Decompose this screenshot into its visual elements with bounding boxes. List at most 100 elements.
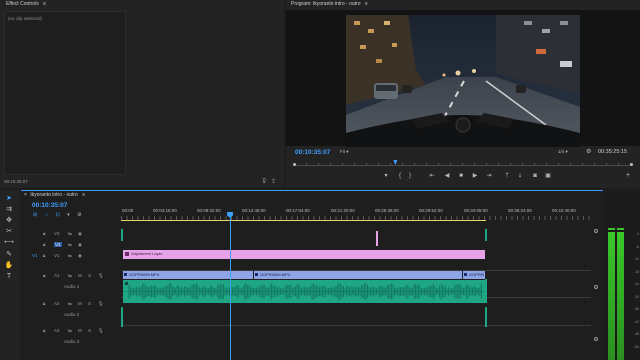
close-icon[interactable]: × [24, 192, 27, 198]
voiceover-icon[interactable]: 🎙︎ [98, 273, 104, 279]
comparison-view-icon[interactable]: ▣ [544, 173, 552, 179]
lock-icon[interactable]: 🔒︎ [43, 242, 45, 247]
sequence-tab[interactable]: × tkyoranto intro - outro ≡ [24, 192, 85, 198]
meter-channel-left [608, 232, 615, 360]
sync-lock-icon[interactable]: ⇆ [68, 301, 72, 307]
mark-in-icon[interactable]: { [396, 173, 404, 179]
wrench-icon[interactable]: ⚙ [77, 212, 81, 218]
program-timecode[interactable]: 00:10:35:07 [295, 149, 330, 156]
wrench-icon[interactable]: ⚙ [586, 148, 591, 155]
sync-lock-icon[interactable]: ⇆ [68, 328, 72, 334]
adjustment-layer-clip[interactable]: Adjustment Layer [123, 250, 485, 259]
audio-clip[interactable] [123, 280, 485, 303]
hamburger-icon[interactable]: ≡ [43, 1, 46, 7]
program-scrub-bar[interactable] [293, 160, 633, 168]
voiceover-icon[interactable]: 🎙︎ [98, 328, 104, 334]
track-end-marker [485, 229, 487, 241]
timeline-playhead[interactable] [227, 212, 233, 360]
linked-select-icon[interactable]: ⊡ [56, 212, 60, 218]
zoom-select[interactable]: Fit ▾ [340, 149, 349, 155]
solo-button[interactable]: S [88, 301, 91, 306]
extract-icon[interactable]: ⇣ [516, 173, 524, 179]
selection-tool-icon[interactable]: ➤ [3, 194, 15, 203]
ruler-label: 00:04:16:00 [153, 208, 177, 213]
scrub-handle-left[interactable] [293, 163, 296, 166]
scrub-handle-right[interactable] [630, 163, 633, 166]
sync-lock-icon[interactable]: ⇆ [68, 253, 72, 259]
stop-icon[interactable]: ■ [457, 173, 465, 179]
time-ruler[interactable]: 00:00 00:04:16:00 00:08:32:00 00:12:48:0… [121, 206, 591, 222]
track-select-tool-icon[interactable]: ⇉ [3, 205, 15, 214]
lock-icon[interactable]: 🔒︎ [43, 253, 45, 258]
meter-scale-label: -18 [633, 269, 639, 274]
work-area-bar[interactable] [121, 220, 486, 221]
ripple-edit-tool-icon[interactable]: ✥ [3, 216, 15, 225]
scroll-knob[interactable] [594, 337, 598, 341]
snap-icon[interactable]: ∩ [45, 212, 49, 218]
lock-icon[interactable]: 🔒︎ [43, 273, 45, 278]
video-clip[interactable]: GOPR0060.MP4 [254, 271, 462, 279]
lift-icon[interactable]: ⇡ [503, 173, 511, 179]
meter-scale-label: -54 [633, 344, 639, 349]
sequence-timecode[interactable]: 00:10:35:07 [32, 202, 67, 209]
scroll-knob[interactable] [594, 229, 598, 233]
resolution-select[interactable]: 1/4 ▾ [558, 149, 568, 155]
meter-scale-label: -48 [633, 332, 639, 336]
eye-icon[interactable]: ◉ [78, 253, 82, 259]
scrub-ticks [294, 163, 632, 165]
add-marker-icon[interactable]: ▾ [382, 173, 390, 179]
ruler-label: 00:42:40:00 [552, 208, 576, 213]
sync-lock-icon[interactable]: ⇆ [68, 242, 72, 248]
razor-tool-icon[interactable]: ✂ [3, 227, 15, 236]
slip-tool-icon[interactable]: ⟷ [3, 238, 15, 247]
lock-icon[interactable]: 🔒︎ [43, 328, 45, 333]
mute-button[interactable]: M [78, 301, 82, 306]
solo-button[interactable]: S [88, 273, 91, 278]
source-patch-v1[interactable]: V1 [32, 253, 38, 258]
no-clip-placeholder: (no clip selected) [8, 16, 43, 21]
program-video-frame[interactable] [346, 15, 580, 147]
go-to-in-icon[interactable]: ⇤ [428, 173, 436, 179]
filter-icon[interactable]: ⊽ [262, 178, 266, 185]
nest-icon[interactable]: ⊞ [33, 212, 37, 218]
mute-button[interactable]: M [78, 273, 82, 278]
hamburger-icon[interactable]: ≡ [82, 192, 85, 198]
mute-button[interactable]: M [78, 328, 82, 333]
track-label: A1 [54, 273, 60, 278]
hamburger-icon[interactable]: ≡ [365, 1, 368, 7]
track-headers: 🔒︎ V3 ⇆ ◉ 🔒︎ V2 ⇆ ◉ 🔒︎ V1 V1 ⇆ ◉ 🔒︎ A1 ⇆… [21, 227, 121, 360]
lock-icon[interactable]: 🔒︎ [43, 231, 45, 236]
sync-lock-icon[interactable]: ⇆ [68, 273, 72, 279]
step-back-icon[interactable]: ◀ [443, 173, 451, 179]
voiceover-icon[interactable]: 🎙︎ [98, 301, 104, 307]
zoom-value: Fit [340, 149, 345, 154]
add-button-icon[interactable]: + [626, 172, 630, 179]
eye-icon[interactable]: ◉ [78, 242, 82, 248]
meter-scale-label: -30 [633, 294, 639, 299]
pen-tool-icon[interactable]: ✎ [3, 250, 15, 259]
video-clip[interactable]: GOPR0061.MP4 [463, 271, 485, 279]
track-start-marker [121, 229, 123, 241]
mark-out-icon[interactable]: } [406, 173, 414, 179]
step-forward-icon[interactable]: ▶ [471, 173, 479, 179]
timeline-panel: × tkyoranto intro - outro ≡ 00:10:35:07 … [21, 190, 603, 360]
lock-icon[interactable]: 🔒︎ [43, 301, 45, 306]
solo-button[interactable]: S [88, 328, 91, 333]
go-to-out-icon[interactable]: ⇥ [485, 173, 493, 179]
video-clip[interactable]: GOPR0059.MP4 [123, 271, 253, 279]
eye-icon[interactable]: ◉ [78, 231, 82, 237]
track-end-marker [485, 307, 487, 327]
v3-marker-clip[interactable] [376, 231, 378, 246]
add-marker-icon[interactable]: ▾ [67, 212, 70, 218]
chevron-down-icon: ▾ [346, 149, 349, 154]
program-monitor-tab[interactable]: Program: tkyoranto intro - outro ≡ [291, 1, 368, 7]
type-tool-icon[interactable]: T [3, 272, 15, 281]
ruler-label: 00:21:20:00 [331, 208, 355, 213]
export-frame-icon[interactable]: ⇪ [271, 178, 276, 185]
sync-lock-icon[interactable]: ⇆ [68, 231, 72, 237]
effect-controls-tab[interactable]: Effect Controls ≡ [6, 1, 46, 7]
meter-scale-label: -6 [635, 244, 639, 249]
hand-tool-icon[interactable]: ✋ [3, 261, 15, 270]
scroll-knob[interactable] [594, 285, 598, 289]
export-frame-icon[interactable]: ◙ [531, 173, 539, 179]
